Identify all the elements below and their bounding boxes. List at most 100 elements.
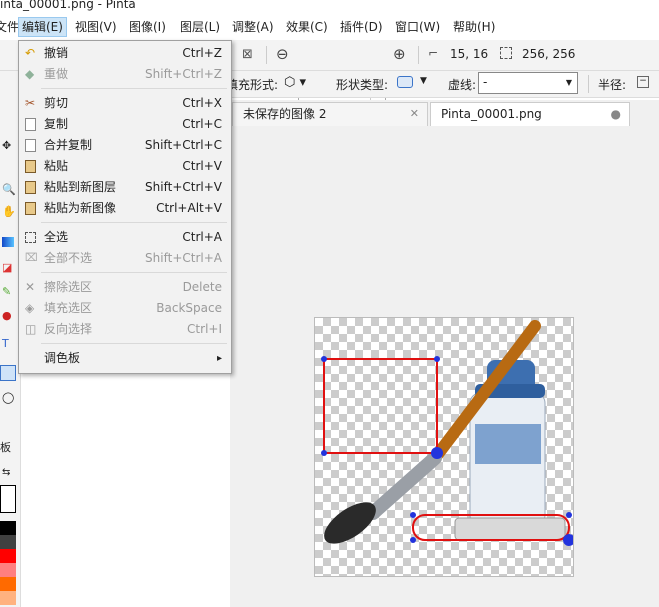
menu-separator <box>41 343 227 344</box>
pencil-tool-icon[interactable]: ✎ <box>2 285 11 298</box>
palette-swatch[interactable] <box>0 563 16 577</box>
menu-help[interactable]: 帮助(H) <box>450 18 498 36</box>
menu-item-paste-new-image[interactable]: 粘贴为新图像 Ctrl+Alt+V <box>19 198 231 219</box>
copy-icon <box>25 118 36 131</box>
cursor-position-icon: ⌐ <box>428 46 439 60</box>
selection-size: 256, 256 <box>522 47 576 61</box>
canvas-image <box>321 320 573 546</box>
menu-item-paste[interactable]: 粘贴 Ctrl+V <box>19 156 231 177</box>
document-tabs: 未保存的图像 2 ✕ Pinta_00001.png ● <box>230 100 659 126</box>
tab-modified-dot-icon[interactable]: ● <box>611 103 621 125</box>
menu-item-paste-new-layer[interactable]: 粘贴到新图层 Shift+Ctrl+V <box>19 177 231 198</box>
paste-image-icon <box>25 202 36 215</box>
menu-item-invert-selection[interactable]: ◫ 反向选择 Ctrl+I <box>19 319 231 340</box>
menubar: 文件(F) 编辑(E) 视图(V) 图像(I) 图层(L) 调整(A) 效果(C… <box>0 14 659 41</box>
menu-separator <box>41 88 227 89</box>
fill-style-dropdown[interactable]: ⬡ ▾ <box>284 75 306 90</box>
selection-handle <box>434 356 440 362</box>
window-title: inta_00001.png - Pinta <box>0 0 136 11</box>
dash-value: - <box>483 75 488 89</box>
toolbar-separator <box>588 75 589 93</box>
chevron-down-icon[interactable]: ▼ <box>561 73 577 93</box>
shape-type-dropdown[interactable] <box>397 76 413 88</box>
tab-pinta-00001[interactable]: Pinta_00001.png ● <box>430 102 630 126</box>
palette-swatch[interactable] <box>0 591 16 605</box>
undo-icon: ↶ <box>25 46 36 60</box>
eraser-tool-icon[interactable]: ◪ <box>2 261 12 274</box>
tab-label: Pinta_00001.png <box>441 107 542 121</box>
menu-item-erase-selection[interactable]: ✕ 擦除选区 Delete <box>19 277 231 298</box>
zoom-tool-icon[interactable]: 🔍 <box>2 183 16 196</box>
menu-view[interactable]: 视图(V) <box>72 18 120 36</box>
dash-label: 虚线: <box>448 78 477 92</box>
erase-selection-icon: ✕ <box>25 280 36 294</box>
shape-handle <box>410 512 416 518</box>
palette-swatch[interactable] <box>0 521 16 535</box>
primary-color-swatch[interactable] <box>0 485 16 513</box>
menu-item-copy[interactable]: 复制 Ctrl+C <box>19 114 231 135</box>
chevron-right-icon: ▸ <box>216 353 222 364</box>
menu-item-cut[interactable]: ✂ 剪切 Ctrl+X <box>19 93 231 114</box>
palette-swatch[interactable] <box>0 535 16 549</box>
menu-item-palette[interactable]: 调色板 ▸ <box>19 348 231 369</box>
menu-addins[interactable]: 插件(D) <box>337 18 386 36</box>
swap-colors-icon[interactable]: ⇆ <box>2 467 10 478</box>
toolbar-separator <box>418 46 419 64</box>
dash-combobox[interactable]: - ▼ <box>478 72 578 94</box>
radius-decrease-icon[interactable]: − <box>637 76 649 88</box>
zoom-in-icon[interactable]: ⊕ <box>393 45 406 63</box>
paint-bottle-icon <box>454 360 566 541</box>
select-all-icon <box>25 232 36 243</box>
menu-window[interactable]: 窗口(W) <box>392 18 443 36</box>
shape-handle <box>410 537 416 543</box>
scissors-icon: ✂ <box>25 96 36 110</box>
color-picker-icon[interactable]: ● <box>2 309 12 322</box>
copy-merged-icon <box>25 139 36 152</box>
close-icon[interactable]: ✕ <box>410 103 419 125</box>
tab-unsaved-image[interactable]: 未保存的图像 2 ✕ <box>232 102 428 126</box>
toolbar-separator <box>266 46 267 64</box>
menu-adjustments[interactable]: 调整(A) <box>229 18 277 36</box>
menu-item-select-all[interactable]: 全选 Ctrl+A <box>19 227 231 248</box>
menu-separator <box>41 222 227 223</box>
pan-tool-icon[interactable]: ✋ <box>2 205 16 218</box>
invert-selection-icon: ◫ <box>25 322 37 336</box>
tab-label: 未保存的图像 2 <box>243 107 327 121</box>
cursor-position: 15, 16 <box>450 47 489 61</box>
rectangle-tool-icon[interactable] <box>0 365 16 381</box>
radius-label: 半径: <box>598 78 627 92</box>
fill-selection-icon: ◈ <box>25 301 35 315</box>
chevron-down-icon[interactable]: ▼ <box>420 76 427 86</box>
zoom-out-icon[interactable]: ⊖ <box>276 45 289 63</box>
redo-icon: ◆ <box>25 67 35 81</box>
shape-handle <box>566 512 572 518</box>
menu-item-undo[interactable]: ↶ 撤销 Ctrl+Z <box>19 43 231 64</box>
menu-item-copy-merged[interactable]: 合并复制 Shift+Ctrl+C <box>19 135 231 156</box>
menu-effects[interactable]: 效果(C) <box>283 18 331 36</box>
title-bar: inta_00001.png - Pinta <box>0 0 659 12</box>
edit-menu: ↶ 撤销 Ctrl+Z ◆ 重做 Shift+Ctrl+Z ✂ 剪切 Ctrl+… <box>18 40 232 374</box>
menu-layers[interactable]: 图层(L) <box>177 18 223 36</box>
menu-item-fill-selection[interactable]: ◈ 填充选区 BackSpace <box>19 298 231 319</box>
gradient-tool-icon[interactable] <box>2 237 14 247</box>
menu-item-deselect-all[interactable]: ⌧ 全部不选 Shift+Ctrl+A <box>19 248 231 269</box>
menu-item-redo[interactable]: ◆ 重做 Shift+Ctrl+Z <box>19 64 231 85</box>
palette-swatch[interactable] <box>0 549 16 563</box>
selection-size-icon <box>500 47 512 59</box>
crop-icon[interactable]: ⊠ <box>242 47 253 62</box>
selection-handle <box>321 356 327 362</box>
ellipse-tool-icon[interactable]: ◯ <box>2 391 14 404</box>
menu-image[interactable]: 图像(I) <box>126 18 169 36</box>
paste-icon <box>25 160 36 173</box>
palette-swatch[interactable] <box>0 577 16 591</box>
text-tool-icon[interactable]: T <box>2 337 9 350</box>
move-tool-icon[interactable]: ✥ <box>2 139 11 152</box>
paste-layer-icon <box>25 181 36 194</box>
image-canvas[interactable] <box>314 317 574 577</box>
selection-rectangle <box>323 358 438 454</box>
deselect-icon: ⌧ <box>25 251 38 264</box>
selection-handle <box>431 447 443 459</box>
menu-separator <box>41 272 227 273</box>
menu-edit[interactable]: 编辑(E) <box>18 17 67 37</box>
shape-type-label: 形状类型: <box>336 78 389 92</box>
